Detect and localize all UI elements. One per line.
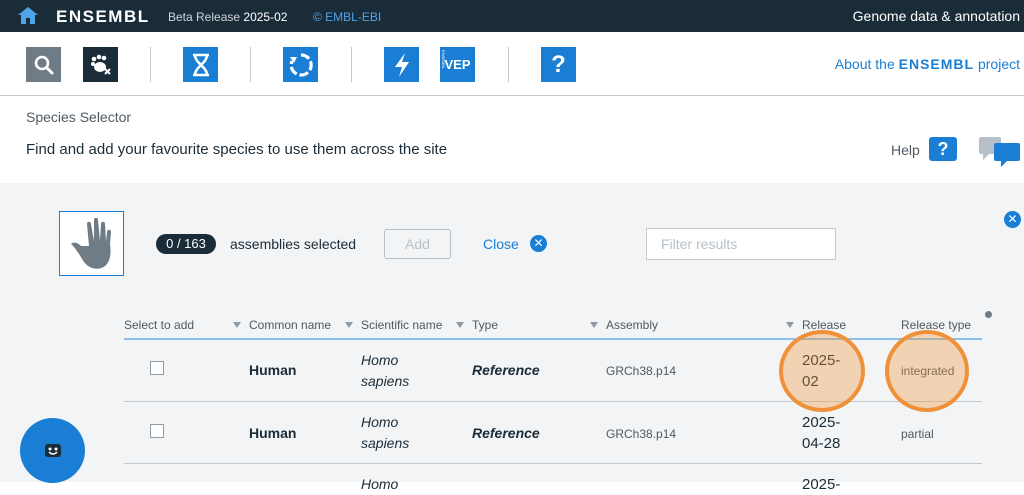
blast-icon xyxy=(394,52,409,77)
about-ensembl-link[interactable]: About the ENSEMBL project xyxy=(835,56,1020,72)
ensembl-logo[interactable]: ENSEMBL xyxy=(56,7,150,27)
release-info: Beta Release 2025-02 xyxy=(168,10,287,24)
about-suffix: project xyxy=(977,56,1020,72)
site-tagline: Genome data & annotation xyxy=(852,8,1020,24)
release: 2025- 04-28 xyxy=(802,412,840,454)
chatbot-icon xyxy=(44,443,61,457)
column-header-release-type: Release type xyxy=(901,318,971,332)
release-type: partial xyxy=(901,427,934,441)
column-header-label: Common name xyxy=(249,318,332,332)
page-title: Species Selector xyxy=(26,109,132,125)
release-year: 2025- xyxy=(802,476,841,493)
common-name: Human xyxy=(249,425,297,441)
vep-button[interactable]: VEP ENSEMBL xyxy=(440,47,475,82)
release: 2025- xyxy=(802,474,840,495)
scientific-name-species: sapiens xyxy=(361,373,410,389)
assembly-name: GRCh38.p14 xyxy=(606,364,677,378)
selected-count-label: assemblies selected xyxy=(230,236,357,252)
table-header-divider xyxy=(124,338,982,340)
blast-button[interactable] xyxy=(384,47,419,82)
row-divider xyxy=(124,401,982,402)
column-header-label: Release type xyxy=(901,318,972,332)
search-button[interactable] xyxy=(26,47,61,82)
genome-browser-icon xyxy=(192,53,209,76)
scientific-name: Homo sapiens xyxy=(361,412,409,454)
launchbar-divider xyxy=(150,47,151,82)
top-bar: ENSEMBL Beta Release 2025-02 © EMBL-EBI … xyxy=(0,0,1024,32)
sort-arrow-icon xyxy=(590,322,598,328)
launchbar-divider xyxy=(250,47,251,82)
column-header-select: Select to add xyxy=(124,318,194,332)
sort-arrow-icon xyxy=(233,322,241,328)
column-header-label: Select to add xyxy=(124,318,195,332)
help-icon: ? xyxy=(937,139,949,159)
scientific-name-species: sapiens xyxy=(361,435,410,451)
about-brand: ENSEMBL xyxy=(898,56,975,72)
column-header-type[interactable]: Type xyxy=(456,318,498,332)
table-options-dot[interactable] xyxy=(985,311,992,318)
release-type-highlight-marker xyxy=(885,330,969,412)
home-icon[interactable] xyxy=(18,7,38,24)
column-header-common-name[interactable]: Common name xyxy=(233,318,331,332)
species-placeholder xyxy=(59,211,124,276)
vep-icon: VEP xyxy=(444,57,471,72)
select-checkbox[interactable] xyxy=(150,424,164,438)
hand-icon xyxy=(70,217,111,269)
vep-sublabel: ENSEMBL xyxy=(441,50,446,70)
close-icon[interactable]: ✕ xyxy=(530,235,547,252)
row-divider xyxy=(124,463,982,464)
sort-arrow-icon xyxy=(786,322,794,328)
launchbar-divider xyxy=(508,47,509,82)
launchbar: VEP ENSEMBL ? About the ENSEMBL project xyxy=(0,32,1024,96)
species-selector-button[interactable] xyxy=(83,47,118,82)
scientific-name: Homo xyxy=(361,474,398,495)
scientific-name-genus: Homo xyxy=(361,352,399,368)
column-header-label: Assembly xyxy=(606,318,659,332)
assembly-type: Reference xyxy=(472,425,540,441)
assembly-type: Reference xyxy=(472,362,540,378)
help-launch-button[interactable]: ? xyxy=(541,47,576,82)
entity-viewer-button[interactable] xyxy=(283,47,318,82)
add-button[interactable]: Add xyxy=(384,229,451,259)
help-button[interactable]: ? xyxy=(929,137,957,161)
release-highlight-marker xyxy=(779,330,865,412)
close-link[interactable]: Close xyxy=(483,236,519,252)
chatbot-button[interactable] xyxy=(20,418,85,483)
scientific-name: Homo sapiens xyxy=(361,350,409,392)
column-header-label: Type xyxy=(472,318,499,332)
genome-browser-button[interactable] xyxy=(183,47,218,82)
select-checkbox[interactable] xyxy=(150,361,164,375)
chat-icon[interactable] xyxy=(979,137,1021,167)
panel-close-icon[interactable]: ✕ xyxy=(1004,211,1021,228)
release-version: 2025-02 xyxy=(243,10,288,24)
column-header-assembly[interactable]: Assembly xyxy=(590,318,658,332)
column-header-scientific-name[interactable]: Scientific name xyxy=(345,318,442,332)
entity-viewer-icon xyxy=(289,52,313,77)
release-suffix: 04-28 xyxy=(802,435,841,452)
help-label[interactable]: Help xyxy=(891,142,920,158)
scientific-name-genus: Homo xyxy=(361,476,399,492)
about-prefix: About the xyxy=(834,56,895,72)
common-name: Human xyxy=(249,362,297,378)
assembly-name: GRCh38.p14 xyxy=(606,427,677,441)
page-description: Find and add your favourite species to u… xyxy=(26,141,448,158)
release-prefix: Beta Release xyxy=(168,10,241,24)
help-icon: ? xyxy=(551,50,566,78)
species-selector-icon xyxy=(90,54,111,75)
embl-ebi-link[interactable]: © EMBL-EBI xyxy=(313,10,381,24)
sort-arrow-icon xyxy=(345,322,353,328)
launchbar-divider xyxy=(351,47,352,82)
scientific-name-genus: Homo xyxy=(361,414,399,430)
search-icon xyxy=(34,55,53,74)
selected-count-badge: 0 / 163 xyxy=(156,234,216,254)
sort-arrow-icon xyxy=(456,322,464,328)
filter-input[interactable] xyxy=(646,228,836,260)
release-year: 2025- xyxy=(802,414,841,431)
column-header-label: Scientific name xyxy=(361,318,443,332)
